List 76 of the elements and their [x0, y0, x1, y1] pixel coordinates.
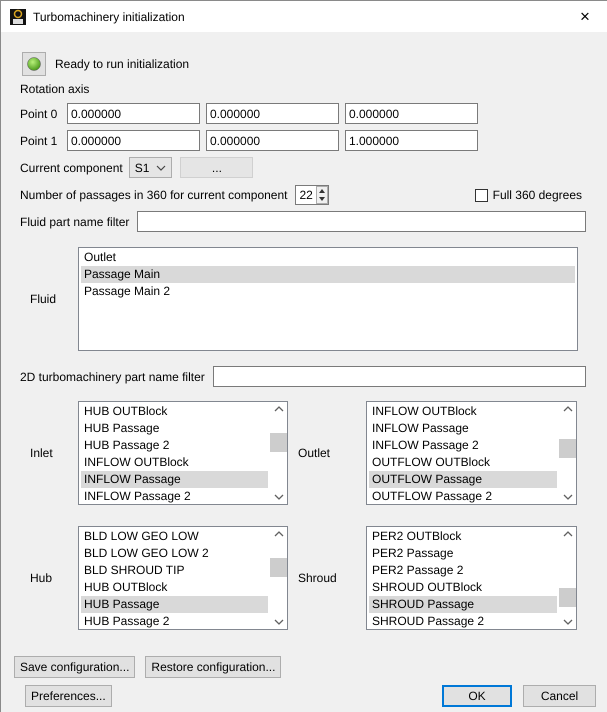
component-dropdown[interactable]: S1	[128, 157, 172, 178]
configuration-button[interactable]: Save configuration...	[14, 656, 136, 678]
list-item[interactable]: Passage Main 2	[81, 283, 575, 300]
scroll-up-icon[interactable]	[562, 406, 572, 412]
list-item[interactable]: HUB OUTBlock	[81, 579, 268, 596]
coordinate-field[interactable]: 0.000000	[206, 103, 339, 124]
browse-button[interactable]: ...	[180, 157, 254, 178]
configuration-button[interactable]: Restore configuration...	[145, 656, 282, 678]
scroll-down-icon[interactable]	[274, 619, 284, 625]
coordinate-field[interactable]: 0.000000	[345, 103, 478, 124]
passages-spinbox[interactable]: 22	[295, 185, 329, 205]
field-label: Number of passages in 360 for current component	[20, 188, 288, 202]
list-item[interactable]: HUB Passage 2	[81, 613, 268, 629]
scroll-down-icon[interactable]	[562, 619, 572, 625]
list-item[interactable]: OUTFLOW Passage	[369, 471, 557, 488]
preferences-button[interactable]: Preferences...	[25, 685, 112, 707]
spin-arrows-icon[interactable]	[316, 186, 328, 204]
list-item[interactable]: INFLOW OUTBlock	[81, 454, 268, 471]
window-title: Turbomachinery initialization	[33, 10, 186, 24]
list-label: Inlet	[29, 446, 54, 460]
list-item[interactable]: PER2 Passage 2	[369, 562, 557, 579]
list-label: Shroud	[297, 571, 338, 585]
checkbox[interactable]	[474, 188, 488, 202]
scroll-up-icon[interactable]	[274, 531, 284, 537]
list-item[interactable]: INFLOW Passage	[81, 471, 268, 488]
list-item[interactable]: PER2 Passage	[369, 545, 557, 562]
filter-field[interactable]	[137, 211, 586, 232]
list-item[interactable]: INFLOW Passage 2	[369, 437, 557, 454]
list-item[interactable]: OUTFLOW Passage 2	[369, 488, 557, 504]
close-button[interactable]: ×	[562, 1, 607, 32]
list-label: Fluid	[29, 292, 58, 306]
filter-field[interactable]	[212, 366, 586, 387]
scroll-thumb[interactable]	[270, 558, 287, 577]
scroll-up-icon[interactable]	[562, 531, 572, 537]
scroll-down-icon[interactable]	[274, 494, 284, 500]
list-item[interactable]: SHROUD OUTBlock	[369, 579, 557, 596]
list-label: Outlet	[297, 446, 332, 460]
point-label: Point 1	[20, 134, 58, 148]
coordinate-field[interactable]: 0.000000	[206, 130, 339, 151]
app-icon	[10, 8, 26, 24]
list-item[interactable]: OUTFLOW OUTBlock	[369, 454, 557, 471]
list-label: Hub	[29, 571, 54, 585]
list-item[interactable]: BLD LOW GEO LOW 2	[81, 545, 268, 562]
coordinate-field[interactable]: 1.000000	[345, 130, 478, 151]
chevron-down-icon	[156, 164, 166, 170]
coordinate-field[interactable]: 0.000000	[67, 130, 200, 151]
field-label: Current component	[20, 160, 123, 174]
dialog-button[interactable]: OK	[442, 685, 512, 707]
field-label: 2D turbomachinery part name filter	[20, 370, 205, 384]
list-item[interactable]: HUB Passage	[81, 596, 268, 613]
list-item[interactable]: SHROUD Passage 2	[369, 613, 557, 629]
scroll-down-icon[interactable]	[562, 494, 572, 500]
list-item[interactable]: HUB Passage	[81, 420, 268, 437]
list-item[interactable]: SHROUD Passage	[369, 596, 557, 613]
status-button[interactable]	[22, 52, 46, 76]
status-text: Ready to run initialization	[55, 57, 190, 71]
list-item[interactable]: Outlet	[81, 249, 575, 266]
list-item[interactable]: BLD SHROUD TIP	[81, 562, 268, 579]
section-label: Rotation axis	[20, 82, 90, 98]
field-label: Fluid part name filter	[20, 214, 130, 228]
point-label: Point 0	[20, 106, 58, 120]
dialog-button[interactable]: Cancel	[523, 685, 596, 707]
list-item[interactable]: HUB OUTBlock	[81, 403, 268, 420]
scroll-thumb[interactable]	[559, 588, 576, 607]
scroll-up-icon[interactable]	[274, 406, 284, 412]
list-item[interactable]: PER2 OUTBlock	[369, 528, 557, 545]
coordinate-field[interactable]: 0.000000	[67, 103, 200, 124]
list-item[interactable]: INFLOW Passage	[369, 420, 557, 437]
list-item[interactable]: INFLOW OUTBlock	[369, 403, 557, 420]
list-item[interactable]: INFLOW Passage 2	[81, 488, 268, 504]
list-item[interactable]: HUB Passage 2	[81, 437, 268, 454]
checkbox-label: Full 360 degrees	[492, 188, 582, 202]
list-item[interactable]: Passage Main	[81, 266, 575, 283]
scroll-thumb[interactable]	[559, 439, 576, 458]
list-item[interactable]: BLD LOW GEO LOW	[81, 528, 268, 545]
scroll-thumb[interactable]	[270, 433, 287, 452]
